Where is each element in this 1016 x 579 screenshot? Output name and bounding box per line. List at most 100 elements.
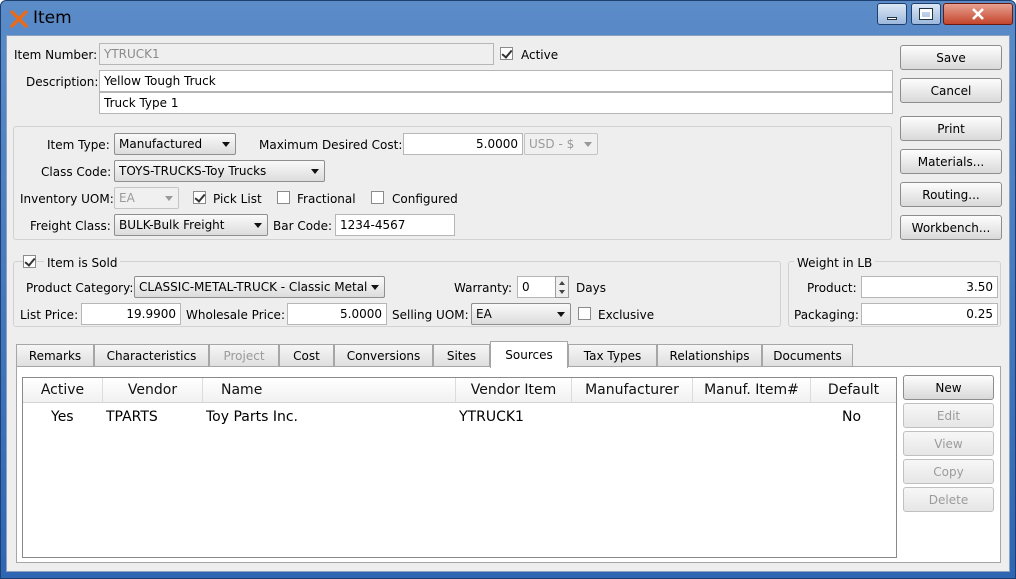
- chevron-down-icon: [165, 196, 173, 201]
- inventory-uom-select: EA: [114, 187, 179, 209]
- product-weight-field[interactable]: 3.50: [861, 276, 998, 298]
- chevron-down-icon: [584, 142, 592, 147]
- max-cost-label: Maximum Desired Cost:: [259, 138, 403, 152]
- chevron-down-icon: [222, 142, 230, 147]
- chevron-down-icon: [557, 312, 565, 317]
- maximize-button[interactable]: [911, 3, 941, 25]
- product-category-label: Product Category:: [26, 281, 134, 295]
- chevron-down-icon: [311, 169, 319, 174]
- new-button[interactable]: New: [903, 375, 994, 400]
- column-header-manuf-item[interactable]: Manuf. Item#: [693, 378, 811, 403]
- item-number-field[interactable]: YTRUCK1: [99, 43, 494, 65]
- minimize-button[interactable]: [877, 3, 907, 25]
- freight-class-select[interactable]: BULK-Bulk Freight: [114, 214, 268, 236]
- item-type-value: Manufactured: [119, 137, 203, 151]
- product-weight-label: Product:: [807, 281, 857, 295]
- class-code-label: Class Code:: [41, 165, 112, 179]
- freight-class-value: BULK-Bulk Freight: [119, 218, 225, 232]
- tab-sites[interactable]: Sites: [433, 344, 490, 367]
- configured-label: Configured: [392, 192, 458, 206]
- exclusive-checkbox[interactable]: [578, 307, 591, 320]
- product-category-select[interactable]: CLASSIC-METAL-TRUCK - Classic Metal: [134, 276, 385, 298]
- item-is-sold-checkbox[interactable]: [23, 255, 36, 268]
- product-category-value: CLASSIC-METAL-TRUCK - Classic Metal: [139, 280, 368, 294]
- tab-remarks[interactable]: Remarks: [16, 344, 94, 367]
- cell-default: No: [842, 409, 862, 425]
- column-header-vendor-item[interactable]: Vendor Item: [456, 378, 572, 403]
- list-price-field[interactable]: 19.9900: [81, 303, 181, 325]
- active-label: Active: [521, 48, 559, 62]
- currency-select: USD - $: [524, 133, 598, 155]
- print-button[interactable]: Print: [900, 116, 1002, 141]
- tab-cost[interactable]: Cost: [279, 344, 334, 367]
- description-field-2[interactable]: Truck Type 1: [99, 92, 893, 114]
- close-button[interactable]: [943, 3, 1013, 25]
- tab-relationships[interactable]: Relationships: [657, 344, 762, 367]
- warranty-field[interactable]: 0: [517, 276, 557, 298]
- materials-button[interactable]: Materials...: [900, 149, 1002, 174]
- tab-sources[interactable]: Sources: [490, 341, 568, 368]
- close-icon: [972, 8, 984, 20]
- wholesale-price-label: Wholesale Price:: [186, 308, 285, 322]
- fractional-label: Fractional: [297, 192, 356, 206]
- item-type-select[interactable]: Manufactured: [114, 133, 236, 155]
- spin-up-icon: [559, 281, 565, 285]
- column-header-active[interactable]: Active: [23, 378, 103, 403]
- view-button: View: [903, 431, 994, 456]
- selling-uom-value: EA: [476, 307, 492, 321]
- save-button[interactable]: Save: [900, 45, 1002, 70]
- inventory-uom-label: Inventory UOM:: [20, 192, 114, 206]
- packaging-weight-field[interactable]: 0.25: [861, 303, 998, 325]
- cell-name: Toy Parts Inc.: [206, 409, 299, 425]
- pick-list-checkbox[interactable]: [193, 191, 206, 204]
- column-header-default[interactable]: Default: [811, 378, 896, 403]
- item-type-label: Item Type:: [47, 138, 110, 152]
- column-header-name[interactable]: Name: [203, 378, 456, 403]
- edit-button: Edit: [903, 403, 994, 428]
- delete-button: Delete: [903, 487, 994, 512]
- xtuple-logo-icon: [10, 10, 28, 28]
- chevron-down-icon: [254, 223, 262, 228]
- tab-tax-types[interactable]: Tax Types: [568, 344, 657, 367]
- column-header-vendor[interactable]: Vendor: [103, 378, 203, 403]
- class-code-value: TOYS-TRUCKS-Toy Trucks: [119, 164, 267, 178]
- cancel-button[interactable]: Cancel: [900, 78, 1002, 103]
- fractional-checkbox[interactable]: [277, 191, 290, 204]
- sources-table[interactable]: Active Vendor Name Vendor Item Manufactu…: [22, 377, 897, 558]
- bar-code-field[interactable]: 1234-4567: [335, 214, 455, 236]
- inventory-uom-value: EA: [119, 191, 135, 205]
- chevron-down-icon: [371, 285, 379, 290]
- active-checkbox[interactable]: [500, 47, 513, 60]
- configured-checkbox[interactable]: [371, 191, 384, 204]
- selling-uom-select[interactable]: EA: [471, 303, 571, 325]
- title-bar[interactable]: Item: [1, 1, 1015, 35]
- wholesale-price-field[interactable]: 5.0000: [287, 303, 387, 325]
- class-code-select[interactable]: TOYS-TRUCKS-Toy Trucks: [114, 160, 325, 182]
- workbench-button[interactable]: Workbench...: [900, 215, 1002, 240]
- sources-tab-panel: Active Vendor Name Vendor Item Manufactu…: [16, 366, 1001, 563]
- column-header-manufacturer[interactable]: Manufacturer: [572, 378, 693, 403]
- max-cost-field[interactable]: 5.0000: [403, 133, 523, 155]
- exclusive-label: Exclusive: [598, 308, 655, 322]
- item-is-sold-label: Item is Sold: [44, 256, 121, 270]
- spin-down-icon: [559, 290, 565, 294]
- item-form: Item Number: YTRUCK1 Active Description:…: [6, 35, 1010, 572]
- warranty-spinner[interactable]: [555, 276, 569, 298]
- description-label: Description:: [26, 75, 99, 89]
- tab-characteristics[interactable]: Characteristics: [94, 344, 209, 367]
- freight-class-label: Freight Class:: [30, 219, 111, 233]
- selling-uom-label: Selling UOM:: [392, 308, 469, 322]
- copy-button: Copy: [903, 459, 994, 484]
- item-window: Item Item Number: YTRUCK1 Active Descrip…: [0, 0, 1016, 579]
- list-price-label: List Price:: [20, 308, 79, 322]
- routing-button[interactable]: Routing...: [900, 182, 1002, 207]
- description-field-1[interactable]: Yellow Tough Truck: [99, 70, 893, 92]
- tab-conversions[interactable]: Conversions: [334, 344, 433, 367]
- days-label: Days: [576, 281, 606, 295]
- tab-documents[interactable]: Documents: [762, 344, 853, 367]
- window-title: Item: [33, 8, 72, 28]
- cell-vendor-item: YTRUCK1: [459, 409, 524, 425]
- item-number-label: Item Number:: [14, 48, 98, 62]
- cell-active: Yes: [51, 409, 74, 425]
- bar-code-label: Bar Code:: [273, 219, 333, 233]
